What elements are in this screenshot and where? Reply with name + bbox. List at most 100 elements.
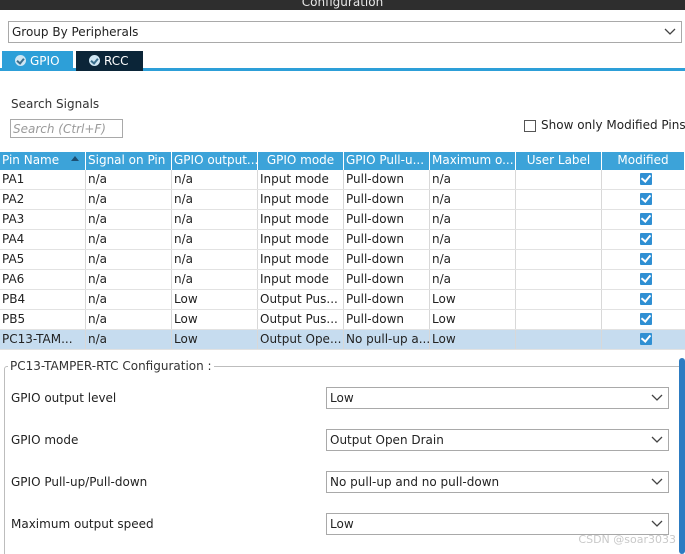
cell-output: Low: [172, 330, 258, 349]
max-output-speed-label: Maximum output speed: [11, 517, 154, 531]
cell-mode: Output Pus...: [258, 310, 344, 329]
cell-speed: Low: [430, 290, 516, 309]
chevron-down-icon: [651, 436, 663, 443]
cell-pull: Pull-down: [344, 270, 430, 289]
search-input[interactable]: [10, 119, 123, 138]
checkbox-checked-icon[interactable]: [640, 253, 652, 265]
cell-signal: n/a: [86, 330, 172, 349]
chevron-down-icon: [664, 28, 676, 35]
cell-pull: Pull-down: [344, 210, 430, 229]
table-row[interactable]: PA2 n/a n/a Input mode Pull-down n/a: [0, 190, 685, 210]
cell-output: n/a: [172, 170, 258, 189]
cell-user-label[interactable]: [516, 210, 602, 229]
cell-user-label[interactable]: [516, 250, 602, 269]
table-row[interactable]: PB5 n/a Low Output Pus... Pull-down Low: [0, 310, 685, 330]
gpio-mode-value: Output Open Drain: [330, 433, 444, 447]
tab-rcc-label: RCC: [104, 54, 129, 68]
cell-pin: PA4: [0, 230, 86, 249]
col-header-gpio-mode[interactable]: GPIO mode: [258, 152, 344, 170]
table-row[interactable]: PA4 n/a n/a Input mode Pull-down n/a: [0, 230, 685, 250]
cell-signal: n/a: [86, 270, 172, 289]
check-circle-icon: [89, 55, 100, 66]
cell-pin: PA3: [0, 210, 86, 229]
group-by-dropdown[interactable]: Group By Peripherals: [8, 21, 682, 43]
table-row[interactable]: PB4 n/a Low Output Pus... Pull-down Low: [0, 290, 685, 310]
window-title: Configuration: [301, 0, 384, 9]
checkbox-checked-icon[interactable]: [640, 233, 652, 245]
cell-pull: Pull-down: [344, 290, 430, 309]
gpio-mode-select[interactable]: Output Open Drain: [326, 429, 669, 451]
cell-user-label[interactable]: [516, 290, 602, 309]
cell-mode: Output Pus...: [258, 290, 344, 309]
cell-user-label[interactable]: [516, 270, 602, 289]
max-output-speed-value: Low: [330, 517, 354, 531]
cell-mode: Output Ope...: [258, 330, 344, 349]
peripheral-tabs: GPIO RCC: [0, 51, 685, 71]
cell-user-label[interactable]: [516, 230, 602, 249]
max-output-speed-select[interactable]: Low: [326, 513, 669, 535]
cell-signal: n/a: [86, 250, 172, 269]
check-circle-icon: [15, 55, 26, 66]
checkbox-checked-icon[interactable]: [640, 213, 652, 225]
table-row-selected[interactable]: PC13-TAM... n/a Low Output Ope... No pul…: [0, 330, 685, 350]
cell-modified: [602, 210, 685, 229]
checkbox-checked-icon[interactable]: [640, 333, 652, 345]
cell-output: n/a: [172, 250, 258, 269]
tab-gpio-label: GPIO: [30, 54, 60, 68]
col-header-modified[interactable]: Modified: [602, 152, 685, 170]
col-header-pin-name[interactable]: Pin Name: [0, 152, 86, 170]
cell-user-label[interactable]: [516, 330, 602, 349]
cell-modified: [602, 170, 685, 189]
cell-pin: PB5: [0, 310, 86, 329]
cell-pin: PC13-TAM...: [0, 330, 86, 349]
col-header-user-label[interactable]: User Label: [516, 152, 602, 170]
cell-output: n/a: [172, 190, 258, 209]
sort-ascending-icon: [71, 156, 79, 161]
col-header-pull[interactable]: GPIO Pull-u...: [344, 152, 430, 170]
tab-gpio[interactable]: GPIO: [2, 51, 73, 71]
gpio-output-level-value: Low: [330, 391, 354, 405]
cell-speed: Low: [430, 310, 516, 329]
table-row[interactable]: PA3 n/a n/a Input mode Pull-down n/a: [0, 210, 685, 230]
vertical-scrollbar[interactable]: [679, 358, 685, 554]
show-modified-label: Show only Modified Pins: [541, 118, 685, 132]
cell-speed: Low: [430, 330, 516, 349]
col-header-gpio-output[interactable]: GPIO output...: [172, 152, 258, 170]
cell-pull: Pull-down: [344, 230, 430, 249]
table-row[interactable]: PA5 n/a n/a Input mode Pull-down n/a: [0, 250, 685, 270]
cell-pin: PA1: [0, 170, 86, 189]
cell-modified: [602, 310, 685, 329]
chevron-down-icon: [651, 520, 663, 527]
cell-pin: PB4: [0, 290, 86, 309]
checkbox-checked-icon[interactable]: [640, 173, 652, 185]
show-modified-checkbox[interactable]: [524, 120, 536, 132]
cell-modified: [602, 270, 685, 289]
cell-mode: Input mode: [258, 250, 344, 269]
cell-user-label[interactable]: [516, 310, 602, 329]
cell-output: n/a: [172, 210, 258, 229]
cell-output: Low: [172, 310, 258, 329]
cell-mode: Input mode: [258, 230, 344, 249]
tab-rcc[interactable]: RCC: [76, 51, 143, 71]
cell-speed: n/a: [430, 250, 516, 269]
table-row[interactable]: PA6 n/a n/a Input mode Pull-down n/a: [0, 270, 685, 290]
col-header-label: Pin Name: [2, 153, 60, 167]
table-row[interactable]: PA1 n/a n/a Input mode Pull-down n/a: [0, 170, 685, 190]
cell-speed: n/a: [430, 270, 516, 289]
cell-pull: No pull-up a...: [344, 330, 430, 349]
checkbox-checked-icon[interactable]: [640, 273, 652, 285]
gpio-output-level-select[interactable]: Low: [326, 387, 669, 409]
checkbox-checked-icon[interactable]: [640, 313, 652, 325]
checkbox-checked-icon[interactable]: [640, 193, 652, 205]
cell-user-label[interactable]: [516, 170, 602, 189]
gpio-pull-value: No pull-up and no pull-down: [330, 475, 500, 489]
checkbox-checked-icon[interactable]: [640, 293, 652, 305]
cell-speed: n/a: [430, 210, 516, 229]
gpio-pull-select[interactable]: No pull-up and no pull-down: [326, 471, 669, 493]
watermark: CSDN @soar3033: [578, 533, 676, 546]
cell-user-label[interactable]: [516, 190, 602, 209]
col-header-max-speed[interactable]: Maximum o...: [430, 152, 516, 170]
table-header: Pin Name Signal on Pin GPIO output... GP…: [0, 152, 685, 170]
cell-output: n/a: [172, 230, 258, 249]
col-header-signal[interactable]: Signal on Pin: [86, 152, 172, 170]
